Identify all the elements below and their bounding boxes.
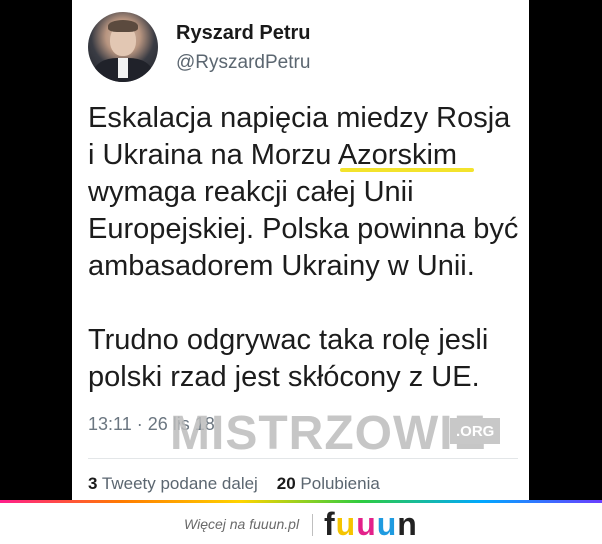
watermark-tag: .ORG (450, 418, 501, 444)
avatar[interactable] (88, 12, 158, 82)
tweet-card: Ryszard Petru @RyszardPetru Eskalacja na… (72, 0, 529, 500)
logo-letter: f (324, 506, 336, 542)
divider (88, 458, 518, 459)
retweets-count[interactable]: 3 (88, 474, 97, 493)
left-black-bar (0, 0, 72, 500)
footer-separator (312, 514, 313, 536)
logo-letter: u (376, 506, 398, 542)
logo-letter: n (397, 506, 418, 542)
avatar-shirt (118, 58, 128, 78)
display-name[interactable]: Ryszard Petru (176, 22, 311, 45)
watermark-text: MISTRZOWIE (170, 407, 487, 460)
tweet-text: Eskalacja napięcia miedzy Rosja i Ukrain… (88, 102, 519, 393)
highlight-underline (340, 168, 474, 172)
user-handle[interactable]: @RyszardPetru (176, 52, 310, 74)
likes-count[interactable]: 20 (277, 474, 296, 493)
right-black-bar (529, 0, 602, 500)
avatar-hair (108, 20, 138, 32)
tweet-stats: 3 Tweety podane dalej 20 Polubienia (88, 474, 380, 494)
retweets-label[interactable]: Tweety podane dalej (102, 474, 258, 493)
likes-label[interactable]: Polubienia (300, 474, 379, 493)
logo-letter: u (356, 506, 377, 542)
footer-more-link[interactable]: Więcej na fuuun.pl (184, 516, 299, 532)
fuuun-logo[interactable]: fuuun (324, 506, 418, 543)
logo-letter: u (335, 506, 357, 542)
rainbow-stripe (0, 500, 602, 503)
